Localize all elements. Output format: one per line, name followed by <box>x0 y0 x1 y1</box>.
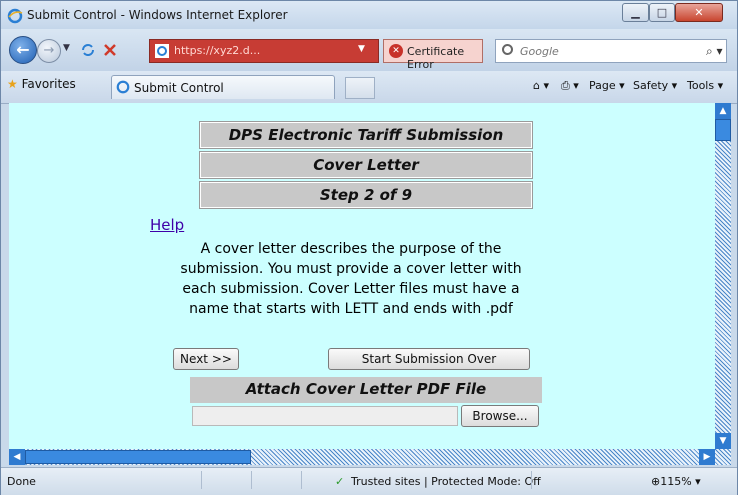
back-icon: ← <box>16 40 30 59</box>
browser-window: Submit Control - Windows Internet Explor… <box>0 0 738 495</box>
forward-icon: → <box>43 43 55 58</box>
start-over-button[interactable]: Start Submission Over <box>328 348 530 370</box>
search-placeholder: Google <box>520 45 559 58</box>
search-button[interactable]: ⌕ ▾ <box>706 44 723 59</box>
horizontal-scroll-thumb[interactable] <box>25 450 251 464</box>
vertical-scrollbar[interactable] <box>715 103 731 449</box>
search-icon <box>502 44 513 55</box>
home-icon[interactable]: ⌂ ▾ <box>533 79 549 92</box>
scroll-up-button[interactable]: ▲ <box>715 103 731 119</box>
next-button[interactable]: Next >> <box>173 348 239 370</box>
status-separator <box>301 471 302 489</box>
recent-pages-dropdown[interactable]: ▼ <box>63 43 70 53</box>
title-header: DPS Electronic Tariff Submission <box>199 121 533 149</box>
help-link[interactable]: Help <box>150 216 184 234</box>
refresh-icon[interactable] <box>79 41 97 59</box>
zone-text: Trusted sites | Protected Mode: Off <box>351 475 541 488</box>
checkmark-icon: ✓ <box>335 475 345 488</box>
search-box[interactable]: Google ⌕ ▾ <box>495 39 727 63</box>
print-icon[interactable]: ⎙ ▾ <box>561 79 579 93</box>
tools-menu[interactable]: Tools ▾ <box>687 79 723 92</box>
tab-submit-control[interactable]: Submit Control <box>111 75 335 99</box>
scroll-right-button[interactable]: ▶ <box>699 449 715 465</box>
scroll-left-button[interactable]: ◀ <box>9 449 25 465</box>
ie-icon <box>116 80 130 94</box>
close-button[interactable]: ✕ <box>675 3 723 22</box>
back-button[interactable]: ← <box>9 36 37 64</box>
attach-header: Attach Cover Letter PDF File <box>190 377 542 403</box>
page-menu[interactable]: Page ▾ <box>589 79 625 92</box>
cover-letter-header: Cover Letter <box>199 151 533 179</box>
description-text: A cover letter describes the purpose of … <box>180 241 522 317</box>
minimize-button[interactable]: ▁ <box>622 3 649 22</box>
status-separator <box>201 471 202 489</box>
new-tab-button[interactable] <box>345 77 375 99</box>
favorites-button[interactable]: ★ Favorites <box>7 77 76 91</box>
address-text: https://xyz2.d... <box>174 44 261 57</box>
browse-button[interactable]: Browse... <box>461 405 539 427</box>
status-text: Done <box>7 475 36 488</box>
file-path-input[interactable] <box>192 406 458 426</box>
zoom-button[interactable]: ⊕115% ▾ <box>651 475 701 488</box>
window-title: Submit Control - Windows Internet Explor… <box>27 8 288 22</box>
certificate-error[interactable]: ✕ Certificate Error <box>383 39 483 71</box>
page-icon <box>155 44 169 58</box>
title-bar: Submit Control - Windows Internet Explor… <box>1 1 737 29</box>
vertical-scroll-thumb[interactable] <box>715 119 731 141</box>
stop-icon[interactable] <box>101 41 119 59</box>
scroll-down-button[interactable]: ▼ <box>715 433 731 449</box>
address-bar[interactable]: https://xyz2.d... ▼ <box>149 39 379 63</box>
forward-button[interactable]: → <box>37 39 61 63</box>
error-icon: ✕ <box>389 44 403 58</box>
address-dropdown-icon[interactable]: ▼ <box>358 44 365 54</box>
maximize-button[interactable]: □ <box>649 3 675 22</box>
status-separator <box>531 471 532 489</box>
status-separator <box>251 471 252 489</box>
ie-icon <box>7 8 23 24</box>
zoom-icon: ⊕ <box>651 475 661 488</box>
step-header: Step 2 of 9 <box>199 181 533 209</box>
safety-menu[interactable]: Safety ▾ <box>633 79 677 92</box>
favorites-star-icon: ★ <box>7 77 18 91</box>
